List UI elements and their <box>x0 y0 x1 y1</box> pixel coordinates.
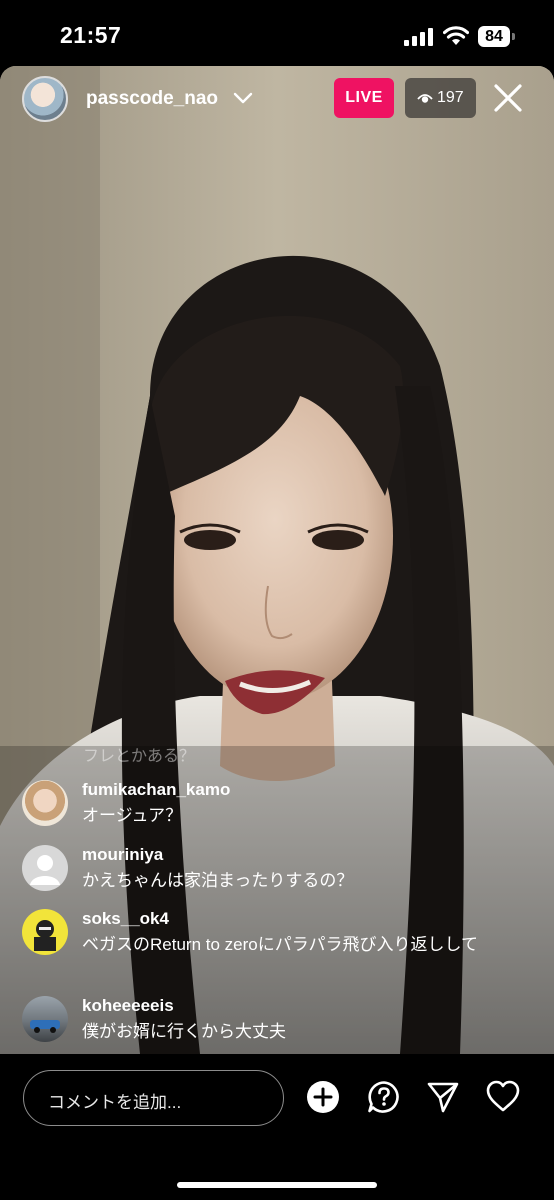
comment-input-placeholder: コメントを追加... <box>48 1093 182 1112</box>
comment-text: かえちゃんは家泊まったりするの？ <box>82 871 354 890</box>
host-avatar[interactable] <box>22 76 68 122</box>
comment-username[interactable]: fumikachan_kamo <box>82 780 230 800</box>
avatar-graphic <box>34 920 56 951</box>
question-icon[interactable] <box>367 1080 401 1114</box>
chevron-down-icon[interactable] <box>232 88 254 108</box>
avatar[interactable] <box>22 909 68 955</box>
add-icon[interactable] <box>306 1080 340 1114</box>
signal-icon <box>404 28 433 46</box>
live-video[interactable] <box>0 66 554 1054</box>
comment-text: オージュア？ <box>82 806 183 825</box>
send-icon[interactable] <box>426 1080 460 1114</box>
wifi-icon <box>443 26 469 45</box>
comment-text: ベガスのReturn to zeroにパラパラ飛び入り返しして <box>82 935 479 954</box>
host-username[interactable]: passcode_nao <box>86 88 218 110</box>
comment-input[interactable]: コメントを追加... <box>23 1070 284 1126</box>
avatar[interactable] <box>22 780 68 826</box>
status-bar: 21:57 84 <box>0 0 554 66</box>
avatar[interactable] <box>22 845 68 891</box>
viewer-count-badge[interactable]: 197 <box>405 78 476 118</box>
default-avatar-icon <box>30 855 60 885</box>
comment-text: 僕がお婿に行くから大丈夫 <box>82 1022 286 1041</box>
avatar[interactable] <box>22 996 68 1042</box>
eye-icon <box>417 94 433 103</box>
video-frame <box>0 66 554 1054</box>
battery-level: 84 <box>478 26 510 47</box>
home-indicator[interactable] <box>177 1182 377 1188</box>
comment-username[interactable]: mouriniya <box>82 845 163 865</box>
battery-icon: 84 <box>478 26 516 47</box>
heart-icon[interactable] <box>486 1080 520 1114</box>
close-icon[interactable] <box>492 82 524 114</box>
comment-username[interactable]: koheeeeeis <box>82 996 174 1016</box>
live-badge: LIVE <box>334 78 394 118</box>
viewer-count: 197 <box>437 89 464 106</box>
faded-comment: フレとかある？ <box>83 748 196 765</box>
status-time: 21:57 <box>60 22 122 48</box>
avatar-graphic <box>30 1020 60 1033</box>
comment-username[interactable]: soks__ok4 <box>82 909 169 929</box>
